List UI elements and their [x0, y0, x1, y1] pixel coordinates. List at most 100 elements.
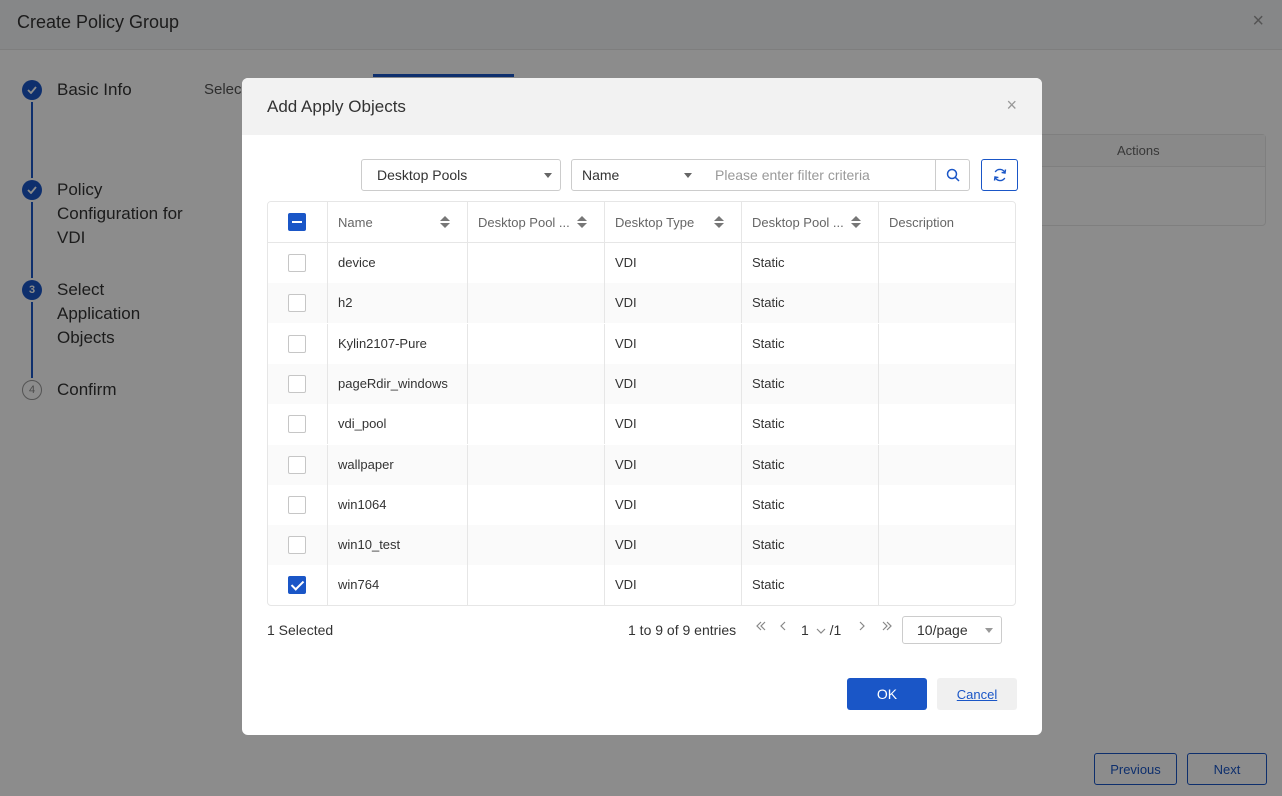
- sort-icon[interactable]: [851, 216, 861, 230]
- object-type-select[interactable]: Desktop Pools: [361, 159, 561, 191]
- desktop-pools-table: Name Desktop Pool ... Desktop Type Deskt…: [267, 201, 1016, 606]
- add-apply-objects-dialog: Add Apply Objects × Desktop Pools Name N…: [242, 78, 1042, 735]
- table-row[interactable]: Kylin2107-Pure VDI Static: [268, 323, 1015, 364]
- cell-description: [879, 525, 1015, 565]
- row-checkbox[interactable]: [288, 294, 306, 313]
- cell-type: VDI: [605, 565, 742, 605]
- cell-type: VDI: [605, 484, 742, 525]
- cell-pool-kind: Static: [742, 525, 879, 566]
- row-checkbox[interactable]: [288, 254, 306, 272]
- cell-type: VDI: [605, 363, 742, 404]
- total-pages: /1: [829, 622, 842, 638]
- cell-name: win10_test: [328, 525, 468, 566]
- row-checkbox[interactable]: [288, 415, 306, 434]
- cell-type: VDI: [605, 404, 742, 445]
- cancel-button[interactable]: Cancel: [937, 678, 1017, 710]
- next-page-icon[interactable]: [857, 619, 867, 636]
- cell-description: [879, 364, 1015, 404]
- row-checkbox[interactable]: [288, 334, 306, 353]
- row-checkbox[interactable]: [288, 495, 306, 514]
- cell-name: pageRdir_windows: [328, 363, 468, 404]
- page-size-select[interactable]: 10/page: [902, 616, 1002, 644]
- chevron-down-icon: [816, 628, 826, 634]
- column-label: Desktop Pool ...: [752, 215, 844, 230]
- cell-pool-kind: Static: [742, 363, 879, 404]
- row-checkbox[interactable]: [288, 536, 306, 555]
- cell-pool-kind: Static: [742, 283, 879, 324]
- previous-page-icon[interactable]: [778, 619, 788, 636]
- cell-description: [879, 324, 1015, 364]
- sort-icon[interactable]: [440, 216, 450, 230]
- table-row[interactable]: win764 VDI Static: [268, 565, 1015, 605]
- table-row[interactable]: vdi_pool VDI Static: [268, 404, 1015, 445]
- table-row[interactable]: wallpaper VDI Static: [268, 444, 1015, 485]
- row-checkbox[interactable]: [288, 374, 306, 393]
- column-label: Name: [338, 215, 373, 230]
- cell-pool: [468, 243, 605, 283]
- cell-name: wallpaper: [328, 444, 468, 485]
- table-row[interactable]: win10_test VDI Static: [268, 525, 1015, 566]
- cell-pool: [468, 323, 605, 364]
- cell-type: VDI: [605, 525, 742, 566]
- cell-pool: [468, 525, 605, 566]
- cell-name: win764: [328, 565, 468, 605]
- chevron-down-icon: [684, 173, 692, 178]
- column-desktop-pool-type[interactable]: Desktop Pool ...: [742, 202, 879, 243]
- cell-description: [879, 565, 1015, 605]
- column-name[interactable]: Name: [328, 202, 468, 243]
- row-select-cell: [268, 323, 328, 364]
- select-all-checkbox[interactable]: [288, 213, 306, 231]
- cell-description: [879, 445, 1015, 485]
- cell-pool-kind: Static: [742, 243, 879, 283]
- table-row[interactable]: device VDI Static: [268, 243, 1015, 283]
- last-page-icon[interactable]: [880, 619, 894, 636]
- row-select-cell: [268, 525, 328, 566]
- cell-description: [879, 485, 1015, 525]
- entries-summary: 1 to 9 of 9 entries: [628, 622, 737, 638]
- close-icon[interactable]: ×: [1006, 95, 1017, 116]
- search-button[interactable]: [935, 159, 970, 191]
- refresh-button[interactable]: [981, 159, 1018, 191]
- cell-pool-kind: Static: [742, 444, 879, 485]
- row-checkbox[interactable]: [288, 455, 306, 474]
- filter-field-select[interactable]: Name: [571, 159, 701, 191]
- chevron-down-icon: [985, 628, 993, 633]
- cell-type: VDI: [605, 283, 742, 324]
- page-number-select[interactable]: 1 /1: [801, 622, 841, 638]
- column-desktop-type[interactable]: Desktop Type: [605, 202, 742, 243]
- cell-name: device: [328, 243, 468, 283]
- search-icon: [946, 168, 960, 182]
- cell-pool: [468, 565, 605, 605]
- cell-pool: [468, 363, 605, 404]
- page-size-value: 10/page: [917, 622, 968, 638]
- cell-pool: [468, 404, 605, 445]
- cell-pool: [468, 283, 605, 324]
- cell-name: h2: [328, 283, 468, 324]
- current-page: 1: [801, 622, 809, 638]
- table-row[interactable]: pageRdir_windows VDI Static: [268, 363, 1015, 404]
- dialog-title: Add Apply Objects: [267, 97, 406, 116]
- filter-input[interactable]: [700, 159, 936, 191]
- first-page-icon[interactable]: [754, 619, 768, 636]
- table-row[interactable]: h2 VDI Static: [268, 283, 1015, 324]
- row-select-cell: [268, 283, 328, 324]
- sort-icon[interactable]: [714, 216, 724, 230]
- filter-field-value: Name: [582, 167, 620, 183]
- ok-button[interactable]: OK: [847, 678, 927, 710]
- cell-pool-kind: Static: [742, 404, 879, 445]
- selected-count: 1 Selected: [267, 622, 334, 638]
- sort-icon[interactable]: [577, 216, 587, 230]
- dialog-header: Add Apply Objects ×: [242, 78, 1042, 135]
- table-header: Name Desktop Pool ... Desktop Type Deskt…: [268, 202, 1015, 243]
- column-label: Description: [889, 215, 955, 230]
- column-desktop-pool[interactable]: Desktop Pool ...: [468, 202, 605, 243]
- row-checkbox[interactable]: [288, 576, 306, 595]
- chevron-down-icon: [544, 173, 552, 178]
- cell-name: win1064: [328, 484, 468, 525]
- cell-pool-kind: Static: [742, 565, 879, 605]
- cell-name: Kylin2107-Pure: [328, 323, 468, 364]
- cell-description: [879, 404, 1015, 444]
- refresh-icon: [993, 168, 1006, 182]
- table-row[interactable]: win1064 VDI Static: [268, 484, 1015, 525]
- row-select-cell: [268, 404, 328, 445]
